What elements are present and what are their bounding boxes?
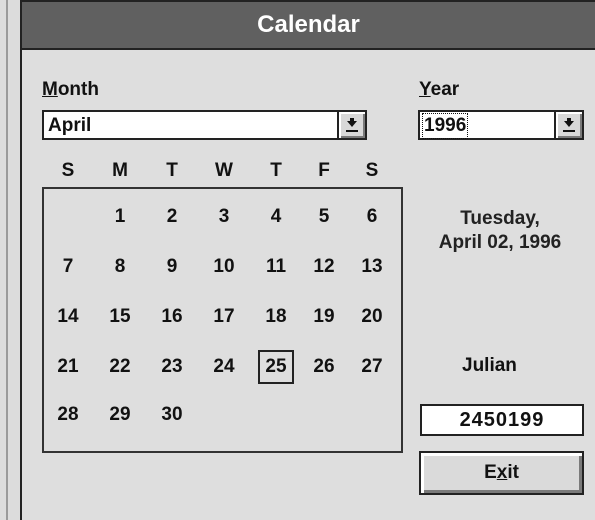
year-dropdown-button[interactable] (554, 112, 582, 138)
calendar-day[interactable]: 18 (254, 299, 298, 335)
exit-button[interactable]: Exit (419, 451, 584, 495)
calendar-day[interactable]: 30 (150, 397, 194, 433)
calendar-day[interactable]: 4 (254, 199, 298, 235)
month-dropdown-button[interactable] (337, 112, 365, 138)
calendar-day[interactable]: 29 (98, 397, 142, 433)
calendar-grid: 1 2 3 4 5 6 7 8 9 10 11 12 13 14 15 16 17 18 19 20 21 22 23 24 2… (42, 187, 403, 453)
year-label: Year (419, 79, 460, 100)
calendar-day[interactable]: 13 (350, 249, 394, 285)
calendar-day[interactable]: 6 (350, 199, 394, 235)
calendar-day[interactable]: 14 (46, 299, 90, 335)
weekday-display: Tuesday, (460, 208, 540, 229)
calendar-day[interactable]: 17 (202, 299, 246, 335)
calendar-day[interactable]: 9 (150, 249, 194, 285)
calendar-day[interactable]: 8 (98, 249, 142, 285)
calendar-day[interactable]: 15 (98, 299, 142, 335)
month-dropdown[interactable]: April (42, 110, 367, 140)
weekday-header-wed: W (215, 160, 233, 181)
calendar-day[interactable]: 16 (150, 299, 194, 335)
calendar-day[interactable]: 26 (302, 349, 346, 385)
weekday-header-mon: M (112, 160, 128, 181)
month-value: April (48, 115, 92, 136)
weekday-header-sun: S (61, 160, 75, 181)
calendar-window: Calendar Month April Year 1996 S M T W T… (20, 0, 595, 520)
background-window-edge (0, 0, 20, 520)
calendar-day[interactable]: 5 (302, 199, 346, 235)
calendar-day[interactable]: 11 (254, 249, 298, 285)
julian-label: Julian (462, 355, 517, 376)
dropdown-arrow-icon (563, 118, 575, 132)
title-bar[interactable]: Calendar (22, 2, 595, 50)
julian-value: 2450199 (459, 409, 545, 431)
julian-value-field: 2450199 (420, 404, 584, 436)
weekday-header-thu: T (270, 160, 282, 181)
dropdown-arrow-icon (346, 118, 358, 132)
weekday-header-tue: T (166, 160, 178, 181)
date-display: April 02, 1996 (438, 232, 562, 253)
year-dropdown[interactable]: 1996 (418, 110, 584, 140)
window-title: Calendar (257, 11, 360, 38)
weekday-header-fri: F (318, 160, 330, 181)
calendar-day[interactable]: 20 (350, 299, 394, 335)
calendar-day[interactable]: 27 (350, 349, 394, 385)
calendar-day[interactable]: 23 (150, 349, 194, 385)
selected-day-box (258, 350, 294, 384)
calendar-day[interactable]: 7 (46, 249, 90, 285)
calendar-day[interactable]: 10 (202, 249, 246, 285)
calendar-day[interactable]: 1 (98, 199, 142, 235)
calendar-day[interactable]: 12 (302, 249, 346, 285)
month-label: Month (42, 79, 99, 100)
calendar-day[interactable]: 22 (98, 349, 142, 385)
calendar-day[interactable]: 21 (46, 349, 90, 385)
weekday-header-sat: S (365, 160, 379, 181)
calendar-day[interactable]: 2 (150, 199, 194, 235)
calendar-day[interactable]: 28 (46, 397, 90, 433)
background-window-border (6, 0, 8, 520)
calendar-day[interactable]: 24 (202, 349, 246, 385)
year-value: 1996 (421, 113, 469, 139)
calendar-day[interactable]: 19 (302, 299, 346, 335)
calendar-day[interactable]: 3 (202, 199, 246, 235)
